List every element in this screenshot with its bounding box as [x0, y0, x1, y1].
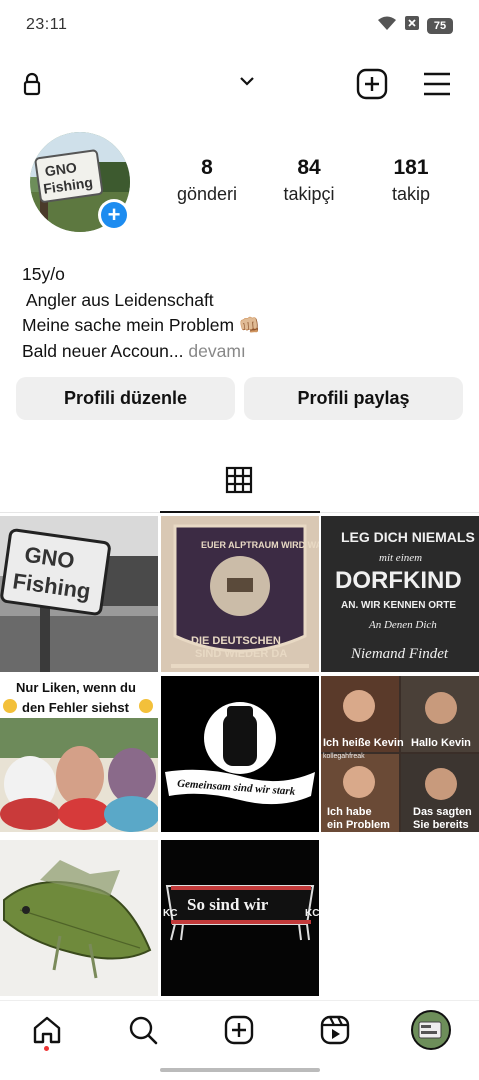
post-text: So sind wir: [187, 895, 269, 914]
top-bar: [0, 62, 479, 108]
stat-following-label: takip: [391, 184, 431, 204]
bio-line: Meine sache mein Problem 👊🏼: [22, 315, 261, 335]
profile-avatar[interactable]: [411, 1010, 451, 1055]
post-text: KC: [305, 908, 319, 919]
post-text: Hallo Kevin: [411, 737, 471, 749]
post-text: EUER ALPTRAUM WIRD WAHR: [201, 540, 319, 550]
bottom-nav: [0, 1000, 479, 1060]
post-text: AN. WIR KENNEN ORTE: [341, 600, 456, 611]
stat-posts-value: 8: [201, 156, 213, 179]
post-text: SIND WIEDER DA: [195, 648, 287, 660]
post-text: Nur Liken, wenn du: [16, 680, 136, 695]
home-icon[interactable]: [32, 1015, 62, 1050]
grid-icon[interactable]: [225, 466, 253, 499]
chevron-down-icon[interactable]: [238, 74, 256, 93]
post-thumbnail[interactable]: Ich heiße Kevin Hallo Kevin kollegahfrea…: [321, 676, 479, 832]
lock-icon[interactable]: [22, 72, 42, 101]
stat-posts[interactable]: 8 gönderi: [157, 156, 257, 205]
notification-dot: [44, 1046, 49, 1051]
stat-followers-value: 84: [297, 156, 321, 179]
status-bar: 23:11 75: [0, 0, 479, 52]
gesture-handle: [160, 1068, 320, 1072]
search-icon[interactable]: [128, 1015, 158, 1050]
create-icon[interactable]: [224, 1015, 254, 1050]
post-text: DIE DEUTSCHEN: [191, 635, 281, 647]
post-thumbnail[interactable]: LEG DICH NIEMALS mit einem DORFKIND AN. …: [321, 516, 479, 672]
post-text: Ich heiße Kevin: [323, 737, 404, 749]
post-text: An Denen Dich: [368, 619, 437, 631]
post-text: KC: [163, 908, 177, 919]
bio-line: Angler aus Leidenschaft: [22, 289, 214, 310]
post-text: Ich habe: [327, 806, 372, 818]
post-text: Sie bereits: [413, 819, 469, 831]
post-thumbnail[interactable]: GNO Fishing: [0, 516, 158, 672]
post-text: kollegahfreak: [323, 753, 365, 760]
add-story-button[interactable]: +: [98, 199, 130, 231]
stat-following[interactable]: 181 takip: [361, 156, 461, 205]
post-text: LEG DICH NIEMALS: [341, 529, 475, 545]
post-thumbnail[interactable]: So sind wir KC KC: [161, 840, 319, 996]
status-time: 23:11: [26, 16, 68, 33]
post-text: mit einem: [379, 552, 422, 564]
bio-line: Bald neuer Accoun... devamı: [22, 339, 452, 365]
add-square-icon[interactable]: [356, 68, 388, 105]
post-text: Niemand Findet: [350, 646, 449, 662]
post-thumbnail[interactable]: Gemeinsam sind wir stark: [161, 676, 319, 832]
bio-line: 15y/o: [22, 264, 65, 284]
reels-icon[interactable]: [320, 1015, 350, 1050]
post-text: DORFKIND: [335, 567, 462, 594]
post-thumbnail[interactable]: Nur Liken, wenn du den Fehler siehst: [0, 676, 158, 832]
hamburger-menu-icon[interactable]: [422, 70, 452, 103]
post-text: Das sagten: [413, 806, 472, 818]
edit-profile-button[interactable]: Profili düzenle: [16, 377, 235, 420]
battery-icon: 75: [427, 17, 453, 34]
bio-line-text: Bald neuer Accoun...: [22, 340, 184, 361]
post-thumbnail[interactable]: EUER ALPTRAUM WIRD WAHR DIE DEUTSCHEN SI…: [161, 516, 319, 672]
post-text: den Fehler siehst: [22, 700, 130, 715]
stat-posts-label: gönderi: [176, 184, 238, 204]
posts-tab-bar: [0, 456, 479, 513]
share-profile-button[interactable]: Profili paylaş: [244, 377, 463, 420]
post-text: ein Problem: [327, 819, 390, 831]
post-thumbnail[interactable]: [0, 840, 158, 996]
stat-following-value: 181: [393, 156, 429, 179]
notification-x-icon: [405, 16, 419, 35]
stat-followers-label: takipçi: [283, 184, 335, 204]
profile-bio: 15y/o Angler aus Leidenschaft Meine sach…: [22, 262, 452, 364]
active-tab-indicator: [160, 511, 320, 513]
wifi-icon: [377, 15, 397, 36]
stat-followers[interactable]: 84 takipçi: [259, 156, 359, 205]
bio-more-link[interactable]: devamı: [188, 341, 245, 361]
plus-icon: +: [101, 202, 127, 228]
